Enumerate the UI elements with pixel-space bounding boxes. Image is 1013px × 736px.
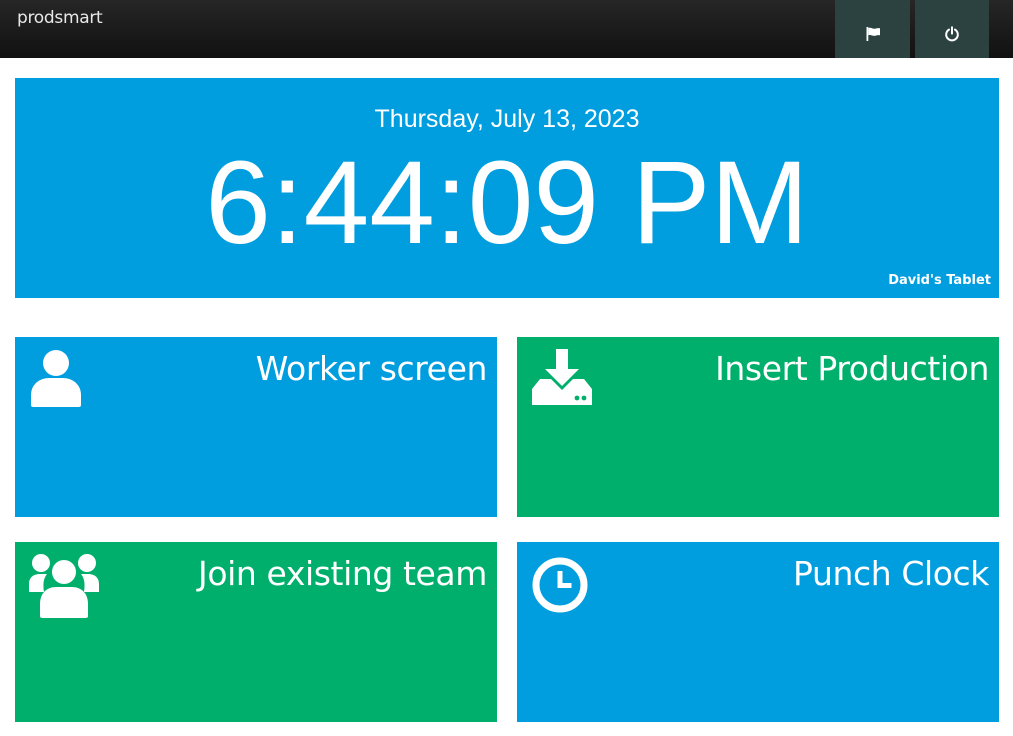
top-bar: prodsmart: [0, 0, 1013, 58]
flag-button[interactable]: [835, 0, 910, 58]
tile-label: Insert Production: [715, 349, 989, 388]
device-name: David's Tablet: [888, 273, 991, 288]
power-icon: [944, 26, 960, 47]
tile-label: Join existing team: [198, 554, 487, 593]
brand-logo: prodsmart: [17, 8, 103, 28]
current-time: 6:44:09 PM: [205, 137, 809, 269]
join-existing-team-tile[interactable]: Join existing team: [15, 542, 497, 722]
user-icon: [29, 349, 85, 414]
worker-screen-tile[interactable]: Worker screen: [15, 337, 497, 517]
power-button[interactable]: [915, 0, 989, 58]
tile-label: Punch Clock: [793, 554, 989, 593]
clock-panel: Thursday, July 13, 2023 6:44:09 PM David…: [15, 78, 999, 298]
flag-icon: [865, 26, 881, 47]
clock-icon: [531, 554, 589, 619]
download-icon: [531, 349, 595, 414]
users-icon: [29, 554, 103, 625]
tile-label: Worker screen: [255, 349, 488, 388]
insert-production-tile[interactable]: Insert Production: [517, 337, 999, 517]
current-date: Thursday, July 13, 2023: [374, 105, 640, 133]
punch-clock-tile[interactable]: Punch Clock: [517, 542, 999, 722]
